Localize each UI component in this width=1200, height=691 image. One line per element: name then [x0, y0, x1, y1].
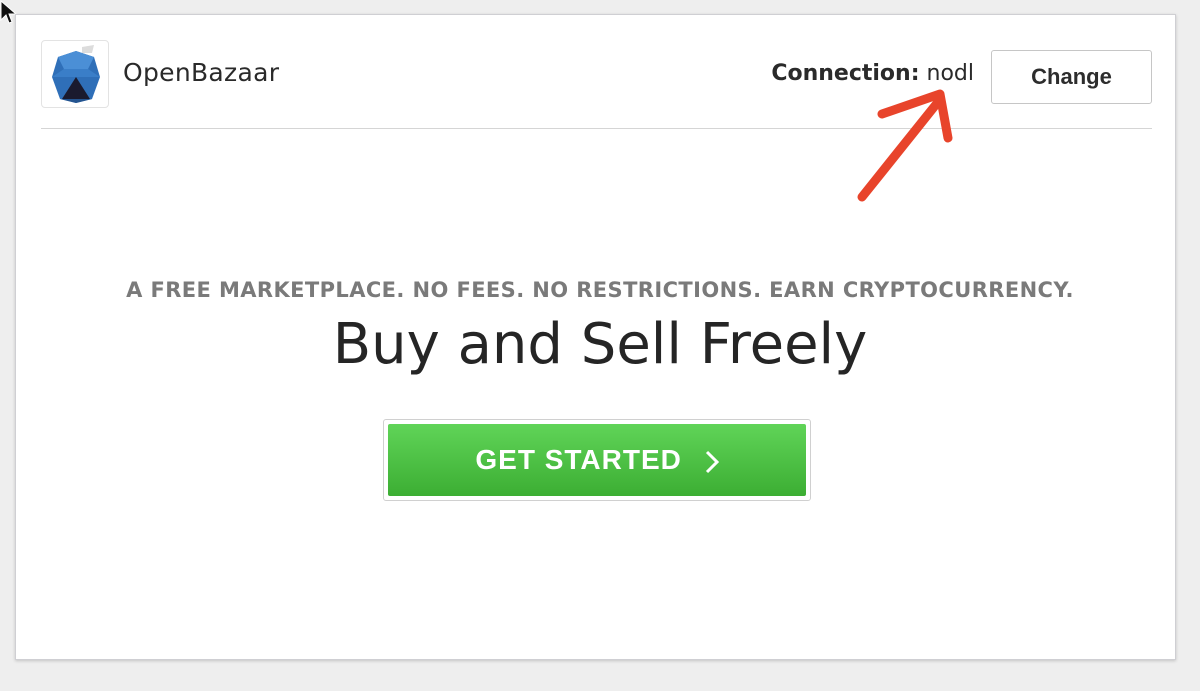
openbazaar-logo-icon [52, 45, 100, 103]
get-started-label: GET STARTED [475, 444, 682, 475]
hero-tagline: A FREE MARKETPLACE. NO FEES. NO RESTRICT… [126, 278, 1074, 302]
change-connection-button[interactable]: Change [991, 50, 1152, 104]
get-started-button[interactable]: GET STARTED [388, 424, 806, 496]
chevron-right-icon [705, 450, 719, 473]
get-started-frame: GET STARTED [383, 419, 811, 501]
openbazaar-logo [41, 40, 109, 108]
annotation-arrow-icon [857, 89, 953, 202]
hero-headline: Buy and Sell Freely [332, 312, 868, 377]
brand-name: OpenBazaar [123, 58, 280, 87]
app-header: OpenBazaar Connection: nodl Change [41, 40, 1152, 129]
